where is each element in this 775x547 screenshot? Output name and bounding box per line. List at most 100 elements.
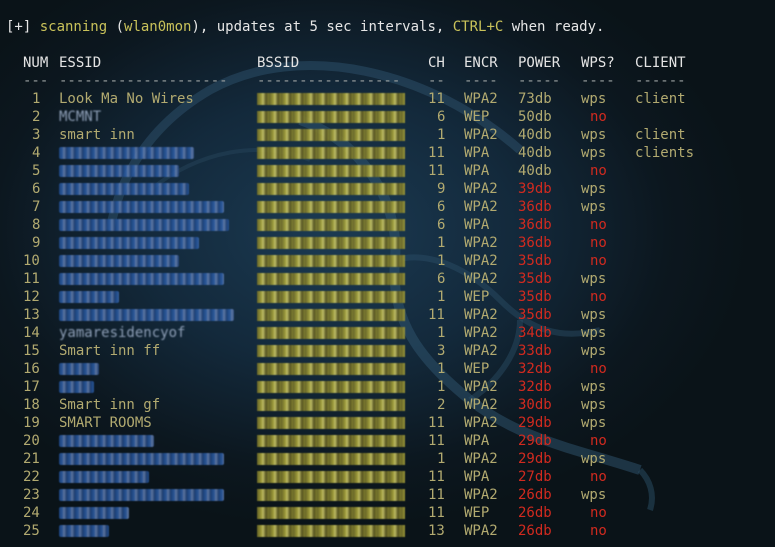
row-power: 27db [518,469,552,485]
table-separator: --- -------------------- ---------------… [0,72,775,90]
row-power: 36db [518,199,552,215]
row-channel: 9 [437,181,446,197]
row-essid: yamaresidencyof [59,325,186,341]
row-wps: wps [581,307,607,323]
row-wps: wps [581,127,607,143]
row-num: 19 [23,415,40,431]
row-wps: no [590,433,607,449]
row-num: 7 [32,199,41,215]
row-bssid-redacted [257,486,405,504]
row-num: 1 [32,91,41,107]
row-power: 26db [518,523,552,539]
row-essid-redacted [59,450,224,468]
header-power: POWER [518,55,561,71]
row-wps: wps [581,397,607,413]
row-essid: Look Ma No Wires [59,91,194,107]
row-essid-redacted [59,504,129,522]
separator-bssid: ----------------- [257,73,401,89]
row-channel: 3 [437,343,446,359]
table-row: 1 Look Ma No Wires 11 WPA2 73db wps client [0,90,775,108]
header-ch: CH [428,55,445,71]
table-row: 8 6 WPA 36db no [0,216,775,234]
row-bssid-redacted [257,270,405,288]
row-power: 33db [518,343,552,359]
row-encryption: WPA [464,217,490,233]
table-row: 14 yamaresidencyof 1 WPA2 34db wps [0,324,775,342]
row-num: 18 [23,397,40,413]
status-keys: CTRL+C [452,19,504,35]
table-row: 15 Smart inn ff 3 WPA2 33db wps [0,342,775,360]
row-channel: 1 [437,127,446,143]
row-num: 24 [23,505,40,521]
row-essid-redacted [59,252,179,270]
row-bssid-redacted [257,414,405,432]
row-wps: no [590,109,607,125]
row-encryption: WPA [464,469,490,485]
row-channel: 1 [437,379,446,395]
row-bssid-redacted [257,468,405,486]
row-num: 6 [32,181,41,197]
row-essid: SMART ROOMS [59,415,152,431]
row-num: 4 [32,145,41,161]
row-bssid-redacted [257,522,405,540]
row-essid-redacted [59,162,179,180]
row-wps: no [590,361,607,377]
row-essid-redacted [59,360,99,378]
row-wps: no [590,253,607,269]
row-essid-redacted [59,432,154,450]
table-row: 7 6 WPA2 36db wps [0,198,775,216]
row-client: clients [635,145,695,161]
row-wps: wps [581,91,607,107]
row-num: 2 [32,109,41,125]
table-row: 12 1 WEP 35db no [0,288,775,306]
row-wps: no [590,289,607,305]
row-channel: 11 [428,91,445,107]
row-power: 36db [518,217,552,233]
row-bssid-redacted [257,450,405,468]
row-client: client [635,127,686,143]
row-encryption: WPA2 [464,181,498,197]
row-num: 11 [23,271,40,287]
row-bssid-redacted [257,432,405,450]
row-wps: no [590,469,607,485]
row-power: 50db [518,109,552,125]
row-power: 73db [518,91,552,107]
row-essid-redacted [59,180,189,198]
header-bssid: BSSID [257,55,300,71]
table-row: 11 6 WPA2 35db wps [0,270,775,288]
table-row: 16 1 WEP 32db no [0,360,775,378]
row-num: 9 [32,235,41,251]
row-power: 29db [518,415,552,431]
row-bssid-redacted [257,396,405,414]
row-bssid-redacted [257,126,405,144]
row-client: client [635,91,686,107]
row-wps: wps [581,181,607,197]
separator-encr: ---- [464,73,498,89]
row-bssid-redacted [257,306,405,324]
row-encryption: WPA2 [464,415,498,431]
row-channel: 2 [437,397,446,413]
row-encryption: WPA2 [464,379,498,395]
row-power: 40db [518,163,552,179]
row-channel: 1 [437,361,446,377]
row-encryption: WPA [464,145,490,161]
row-power: 26db [518,505,552,521]
terminal-window[interactable]: [+] scanning (wlan0mon), updates at 5 se… [0,0,775,547]
row-bssid-redacted [257,144,405,162]
row-encryption: WPA2 [464,127,498,143]
row-wps: wps [581,271,607,287]
header-num: NUM [23,55,49,71]
row-essid-redacted [59,198,224,216]
row-power: 32db [518,379,552,395]
row-num: 21 [23,451,40,467]
row-wps: wps [581,343,607,359]
row-encryption: WPA [464,163,490,179]
row-channel: 1 [437,289,446,305]
row-essid-redacted [59,378,94,396]
row-num: 16 [23,361,40,377]
separator-ch: -- [428,73,445,89]
row-wps: wps [581,145,607,161]
row-channel: 6 [437,271,446,287]
table-row: 25 13 WPA2 26db no [0,522,775,540]
row-essid-redacted [59,486,224,504]
